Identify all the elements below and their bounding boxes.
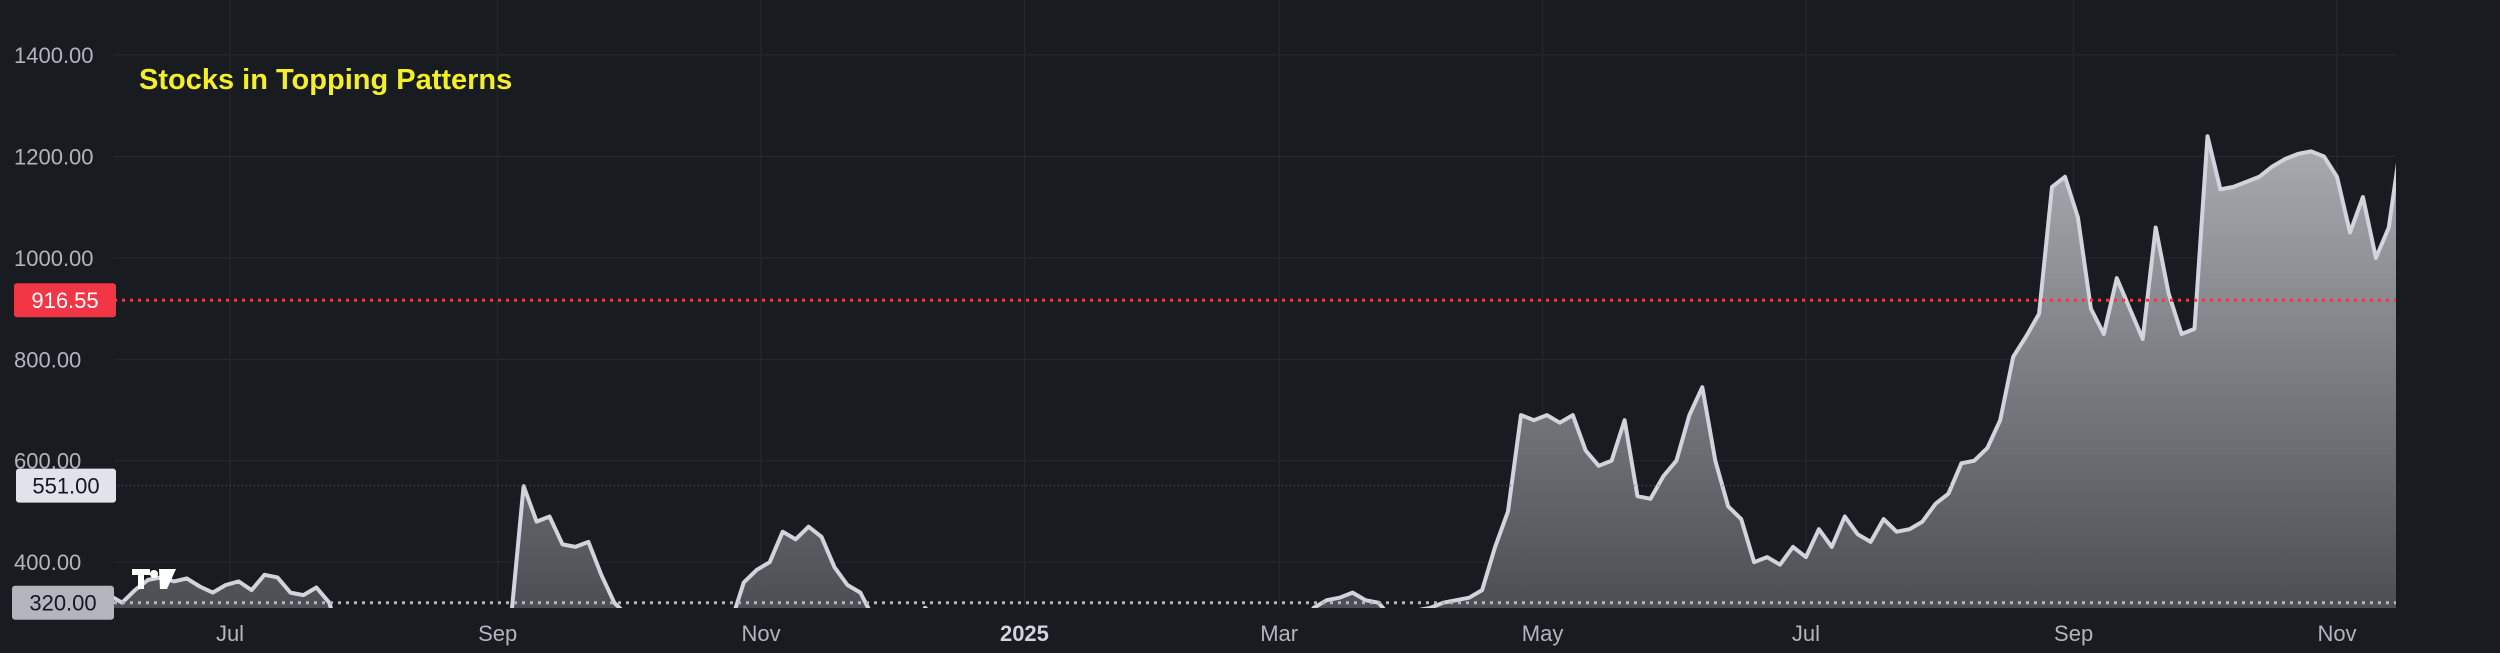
y-tick-label: 800.00 — [14, 347, 81, 372]
price-badge-label: 916.55 — [31, 288, 98, 313]
x-tick-label: May — [1522, 621, 1564, 646]
x-tick-label: Mar — [1260, 621, 1298, 646]
chart-container: 200.00400.00600.00800.001000.001200.0014… — [0, 0, 2500, 653]
x-tick-label: Nov — [2317, 621, 2356, 646]
y-tick-label: 1400.00 — [14, 43, 94, 68]
x-tick-label: Jul — [216, 621, 244, 646]
x-tick-label: Jul — [1792, 621, 1820, 646]
x-tick-label: Sep — [478, 621, 517, 646]
series-area — [114, 134, 2396, 608]
area-fill — [114, 136, 2396, 608]
y-tick-label: 1000.00 — [14, 246, 94, 271]
area-chart: 200.00400.00600.00800.001000.001200.0014… — [12, 0, 2396, 653]
x-tick-label: Sep — [2054, 621, 2093, 646]
x-tick-label: Nov — [742, 621, 781, 646]
x-axis: Jul Sep Nov 2025 Mar May Jul Sep Nov — [216, 621, 2357, 646]
x-tick-label: 2025 — [1000, 621, 1049, 646]
price-badge-label: 320.00 — [29, 591, 96, 616]
y-tick-label: 1200.00 — [14, 144, 94, 169]
y-axis: 200.00400.00600.00800.001000.001200.0014… — [14, 43, 94, 653]
y-tick-label: 400.00 — [14, 550, 81, 575]
chart-title: Stocks in Topping Patterns — [139, 64, 512, 96]
last-value-label: 551.00 — [32, 474, 99, 499]
